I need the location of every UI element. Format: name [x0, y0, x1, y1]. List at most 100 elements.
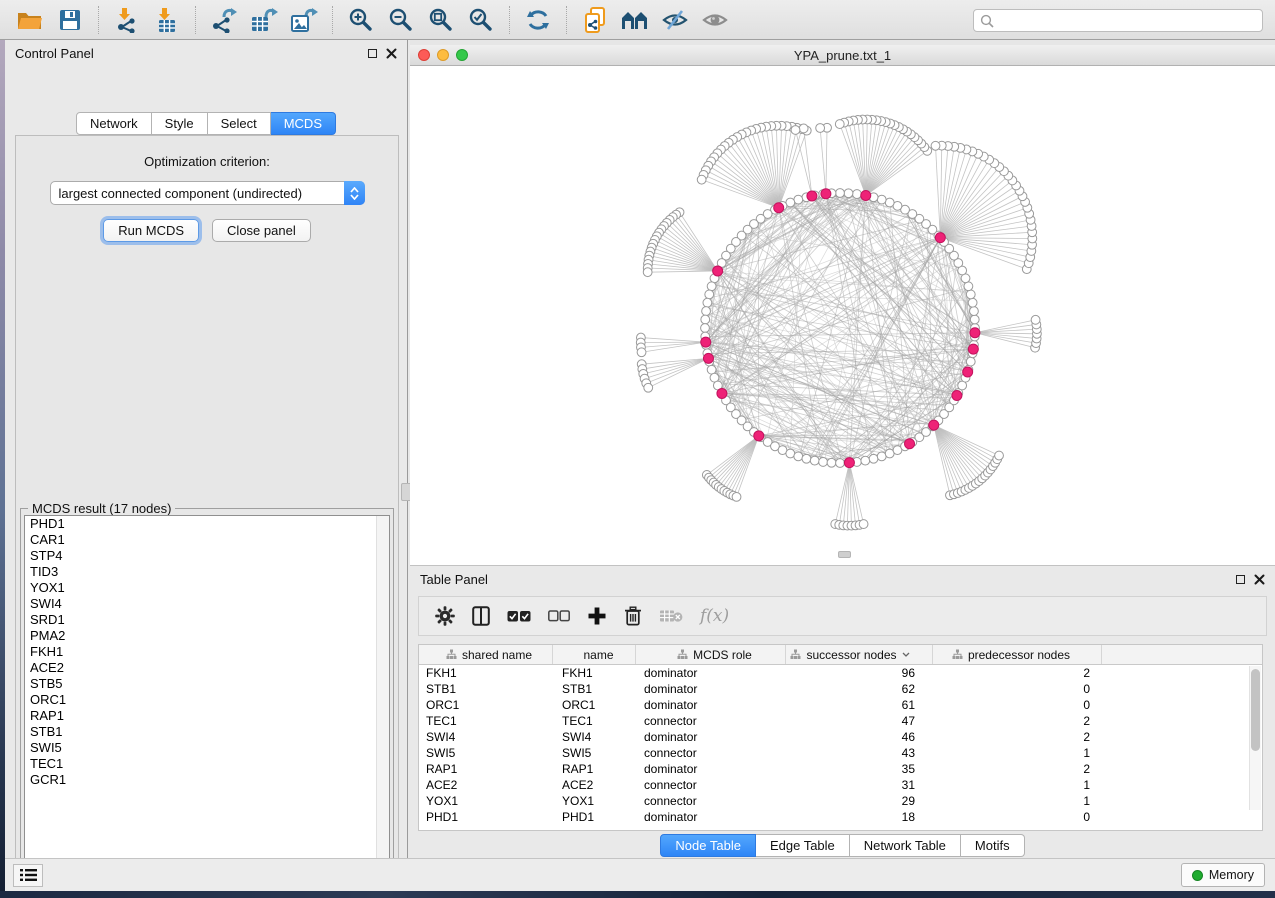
table-row[interactable]: STB1STB1dominator620 — [419, 681, 1262, 697]
zoom-in-icon[interactable] — [341, 4, 381, 36]
mcds-result-list[interactable]: PHD1CAR1STP4TID3YOX1SWI4SRD1PMA2FKH1ACE2… — [24, 515, 390, 870]
import-network-icon[interactable] — [107, 4, 147, 36]
mcds-result-item[interactable]: GCR1 — [25, 772, 389, 788]
delete-table-icon[interactable] — [659, 608, 683, 624]
export-image-icon[interactable] — [284, 4, 324, 36]
hide-selected-icon[interactable] — [655, 4, 695, 36]
network-window: YPA_prune.txt_1 — [410, 45, 1275, 565]
optimization-criterion-label: Optimization criterion: — [16, 154, 398, 169]
mcds-result-item[interactable]: TEC1 — [25, 756, 389, 772]
column-type-icon — [446, 649, 457, 660]
tab-network[interactable]: Network — [76, 112, 152, 135]
table-scrollbar[interactable] — [1249, 666, 1261, 810]
tab-motifs[interactable]: Motifs — [961, 834, 1025, 857]
node-table-header: shared namenameMCDS rolesuccessor nodesp… — [419, 645, 1262, 665]
add-column-icon[interactable] — [587, 606, 607, 626]
table-toolbar: f(x) — [418, 596, 1267, 636]
column-header-predecessor-nodes[interactable]: predecessor nodes — [933, 645, 1102, 664]
mcds-result-item[interactable]: ORC1 — [25, 692, 389, 708]
mcds-result-item[interactable]: FKH1 — [25, 644, 389, 660]
tab-mcds[interactable]: MCDS — [271, 112, 336, 135]
table-scrollbar-thumb[interactable] — [1251, 669, 1260, 751]
table-row[interactable]: SWI5SWI5connector431 — [419, 745, 1262, 761]
mcds-result-item[interactable]: TID3 — [25, 564, 389, 580]
search-icon — [980, 14, 994, 28]
tab-network-table[interactable]: Network Table — [850, 834, 961, 857]
mcds-result-title: MCDS result (17 nodes) — [28, 501, 175, 516]
table-row[interactable]: SWI4SWI4dominator462 — [419, 729, 1262, 745]
mcds-result-item[interactable]: STP4 — [25, 548, 389, 564]
deselect-all-icon[interactable] — [548, 610, 570, 622]
column-header-shared-name[interactable]: shared name — [419, 645, 553, 664]
mcds-result-item[interactable]: STB1 — [25, 724, 389, 740]
import-table-icon[interactable] — [147, 4, 187, 36]
table-row[interactable]: TEC1TEC1connector472 — [419, 713, 1262, 729]
toolbar-separator — [98, 6, 99, 34]
table-row[interactable]: FKH1FKH1dominator962 — [419, 665, 1262, 681]
table-panel: Table Panel — [410, 565, 1275, 858]
zoom-selected-icon[interactable] — [461, 4, 501, 36]
table-row[interactable]: ORC1ORC1dominator610 — [419, 697, 1262, 713]
export-table-icon[interactable] — [244, 4, 284, 36]
column-header-successor-nodes[interactable]: successor nodes — [786, 645, 933, 664]
table-row[interactable]: YOX1YOX1connector291 — [419, 793, 1262, 809]
function-builder-icon[interactable]: f(x) — [700, 606, 729, 626]
control-panel-title: Control Panel — [15, 46, 94, 61]
criterion-value: largest connected component (undirected) — [59, 186, 303, 201]
delete-column-icon[interactable] — [624, 606, 642, 626]
list-icon — [20, 868, 37, 882]
float-window-icon[interactable] — [1236, 575, 1245, 584]
search-input[interactable] — [998, 14, 1262, 28]
mcds-result-item[interactable]: SRD1 — [25, 612, 389, 628]
select-all-icon[interactable] — [507, 610, 531, 623]
mcds-result-item[interactable]: YOX1 — [25, 580, 389, 596]
table-row[interactable]: RAP1RAP1dominator352 — [419, 761, 1262, 777]
float-window-icon[interactable] — [368, 49, 377, 58]
memory-status-icon — [1192, 870, 1203, 881]
tab-node-table[interactable]: Node Table — [660, 834, 756, 857]
mcds-list-scrollbar[interactable] — [376, 516, 389, 869]
new-network-from-selection-icon[interactable] — [575, 4, 615, 36]
search-box[interactable] — [973, 9, 1263, 32]
tab-edge-table[interactable]: Edge Table — [756, 834, 850, 857]
mcds-result-item[interactable]: ACE2 — [25, 660, 389, 676]
table-panel-title: Table Panel — [420, 572, 488, 587]
memory-button[interactable]: Memory — [1181, 863, 1265, 887]
mcds-result-item[interactable]: SWI4 — [25, 596, 389, 612]
horizontal-splitter-handle[interactable] — [838, 551, 851, 558]
sort-descending-icon — [902, 652, 910, 657]
network-graph-canvas[interactable] — [410, 66, 1275, 565]
export-network-icon[interactable] — [204, 4, 244, 36]
mcds-result-group: MCDS result (17 nodes) PHD1CAR1STP4TID3Y… — [20, 508, 394, 874]
open-file-icon[interactable] — [10, 4, 50, 36]
show-all-icon[interactable] — [695, 4, 735, 36]
mcds-result-item[interactable]: RAP1 — [25, 708, 389, 724]
mcds-result-item[interactable]: PHD1 — [25, 516, 389, 532]
table-row[interactable]: PHD1PHD1dominator180 — [419, 809, 1262, 825]
criterion-select[interactable]: largest connected component (undirected) — [50, 181, 365, 205]
close-panel-button[interactable]: Close panel — [212, 219, 311, 242]
mcds-result-item[interactable]: CAR1 — [25, 532, 389, 548]
run-mcds-button[interactable]: Run MCDS — [103, 219, 199, 242]
zoom-fit-icon[interactable] — [421, 4, 461, 36]
save-session-icon[interactable] — [50, 4, 90, 36]
column-view-icon[interactable] — [472, 606, 490, 626]
first-neighbors-icon[interactable] — [615, 4, 655, 36]
mcds-result-item[interactable]: PMA2 — [25, 628, 389, 644]
refresh-icon[interactable] — [518, 4, 558, 36]
mcds-result-item[interactable]: STB5 — [25, 676, 389, 692]
network-window-title: YPA_prune.txt_1 — [410, 48, 1275, 63]
column-header-name[interactable]: name — [553, 645, 636, 664]
mcds-result-item[interactable]: SWI5 — [25, 740, 389, 756]
close-panel-icon[interactable] — [1254, 574, 1265, 585]
zoom-out-icon[interactable] — [381, 4, 421, 36]
gear-icon[interactable] — [435, 606, 455, 626]
close-panel-icon[interactable] — [386, 48, 397, 59]
status-bar: Memory — [5, 858, 1275, 891]
table-row[interactable]: ACE2ACE2connector311 — [419, 777, 1262, 793]
tab-select[interactable]: Select — [208, 112, 271, 135]
tab-style[interactable]: Style — [152, 112, 208, 135]
column-header-MCDS-role[interactable]: MCDS role — [636, 645, 786, 664]
select-stepper-icon — [344, 181, 365, 205]
status-list-button[interactable] — [13, 864, 43, 887]
